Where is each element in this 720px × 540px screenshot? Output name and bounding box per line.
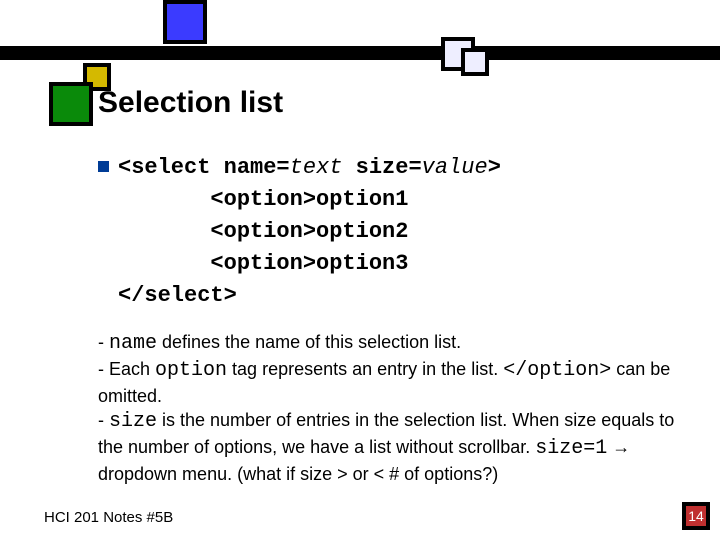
code-line1-mid: size= (342, 155, 421, 180)
kw-size1: size=1 (535, 437, 607, 460)
code-line1-end: > (488, 155, 501, 180)
kw-option: option (155, 359, 227, 382)
deco-square-green (49, 82, 93, 126)
slide-title: Selection list (98, 86, 283, 120)
kw-close-option: </option> (503, 359, 611, 382)
code-line2: <option>option1 (118, 187, 408, 212)
d2-head: - Each (98, 359, 155, 379)
code-line3: <option>option2 (118, 219, 408, 244)
deco-square-gray-b (461, 48, 489, 76)
code-example: <select name=text size=value> <option>op… (118, 152, 501, 311)
d2-mid: tag represents an entry in the list. (227, 359, 503, 379)
d3-head: - (98, 410, 109, 430)
bullet-icon (98, 161, 109, 172)
code-line1-pre: <select name= (118, 155, 290, 180)
description-block: - name defines the name of this selectio… (98, 330, 688, 487)
code-line4: <option>option3 (118, 251, 408, 276)
footer-note: HCI 201 Notes #5B (44, 509, 173, 526)
kw-name: name (109, 332, 157, 355)
dash: - (98, 332, 109, 352)
kw-size: size (109, 410, 157, 433)
code-line5: </select> (118, 283, 237, 308)
slide-number: 14 (682, 502, 710, 530)
code-line1-value: value (422, 155, 488, 180)
deco-square-blue (163, 0, 207, 44)
title-rule (0, 46, 720, 60)
d1-tail: defines the name of this selection list. (157, 332, 461, 352)
code-line1-text: text (290, 155, 343, 180)
